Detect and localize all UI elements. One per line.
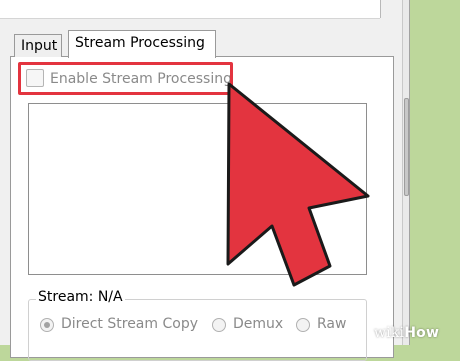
watermark-wiki: wiki <box>374 325 405 341</box>
tab-stream-processing[interactable]: Stream Processing <box>68 30 216 58</box>
watermark-how: How <box>404 325 440 341</box>
wikihow-watermark: wikiHow <box>374 325 439 341</box>
